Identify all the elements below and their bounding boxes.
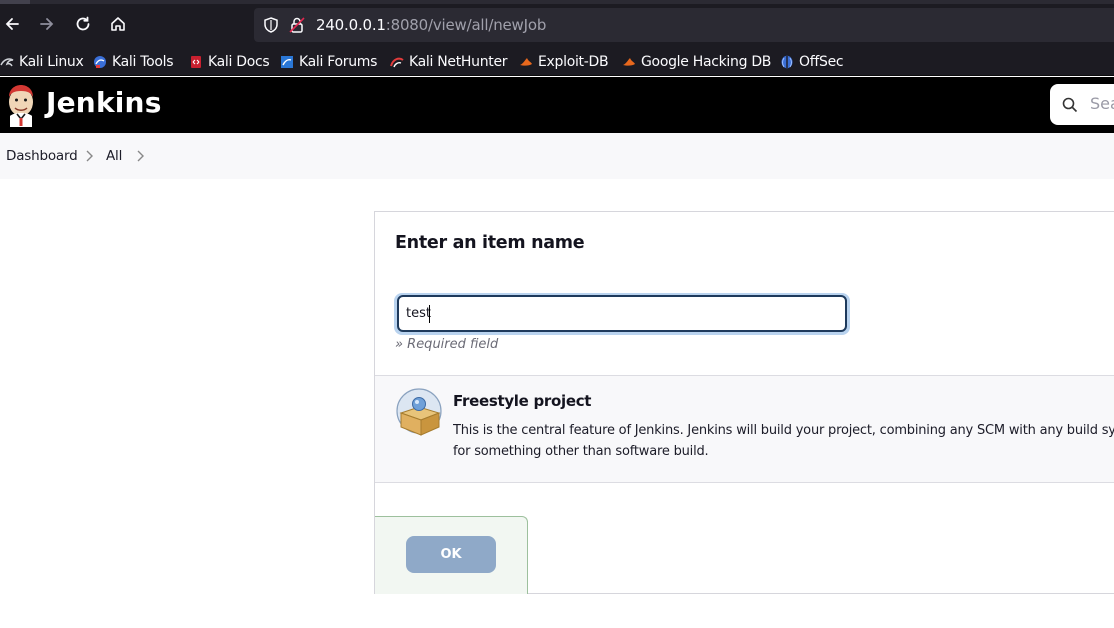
item-name-heading: Enter an item name [395, 233, 585, 253]
option-description-line: for something other than software build. [453, 444, 709, 459]
bookmark-label: Google Hacking DB [641, 54, 772, 70]
kali-dragon-icon [0, 58, 14, 67]
search-icon [1062, 97, 1078, 113]
jenkins-header: Jenkins Sea [0, 77, 1114, 133]
ghdb-icon [623, 58, 635, 66]
text-caret [429, 305, 430, 323]
tracking-shield-icon[interactable] [262, 16, 280, 34]
breadcrumb: Dashboard All [0, 133, 1114, 179]
ok-button[interactable]: OK [406, 536, 496, 573]
option-title: Freestyle project [453, 392, 592, 410]
bookmark-label: Kali Tools [112, 54, 174, 70]
url-host: 240.0.0.1 [316, 16, 386, 34]
bookmark-kali-docs[interactable]: Kali Docs [189, 52, 270, 72]
option-freestyle-project[interactable]: Freestyle project This is the central fe… [375, 375, 1114, 483]
back-icon[interactable] [0, 12, 24, 36]
offsec-icon [781, 55, 793, 69]
item-name-input[interactable] [397, 295, 847, 332]
freestyle-project-icon [396, 388, 442, 436]
kali-forums-icon [281, 56, 293, 68]
address-bar[interactable]: 240.0.0.1:8080/view/all/newJob [254, 8, 1114, 42]
kali-docs-icon [191, 56, 201, 68]
bookmarks-bar: Kali Linux Kali Tools Kali Docs Kali For… [0, 48, 1114, 76]
bookmark-exploit-db[interactable]: Exploit-DB [519, 52, 609, 72]
search-placeholder: Sea [1090, 94, 1114, 113]
forward-icon[interactable] [35, 12, 59, 36]
active-tab-indicator[interactable] [0, 0, 30, 4]
reload-icon[interactable] [71, 12, 95, 36]
search-box[interactable]: Sea [1050, 84, 1114, 125]
new-item-panel: Enter an item name » Required field Free… [374, 211, 1114, 594]
exploit-db-icon [520, 58, 532, 66]
kali-tools-icon [94, 56, 106, 68]
bookmark-kali-forums[interactable]: Kali Forums [280, 52, 377, 72]
url-path: :8080/view/all/newJob [385, 16, 547, 34]
url-text[interactable]: 240.0.0.1:8080/view/all/newJob [316, 16, 546, 34]
browser-toolbar: 240.0.0.1:8080/view/all/newJob [0, 0, 1114, 48]
bookmark-google-hacking-db[interactable]: Google Hacking DB [622, 52, 771, 72]
bookmark-kali-linux[interactable]: Kali Linux [0, 52, 84, 72]
tab-strip [0, 0, 1114, 4]
bookmark-offsec[interactable]: OffSec [780, 52, 844, 72]
ok-button-container: OK [375, 516, 528, 594]
jenkins-title[interactable]: Jenkins [46, 86, 162, 119]
bookmark-label: Kali NetHunter [409, 54, 508, 70]
chevron-right-icon[interactable] [84, 149, 94, 163]
bookmark-label: Kali Forums [299, 54, 378, 70]
bookmark-label: OffSec [799, 54, 844, 70]
option-description: This is the central feature of Jenkins. … [453, 420, 1114, 462]
kali-nethunter-icon [390, 57, 404, 68]
chevron-right-icon[interactable] [135, 149, 145, 163]
bookmark-label: Kali Docs [208, 54, 270, 70]
home-icon[interactable] [106, 12, 130, 36]
bookmark-label: Kali Linux [19, 54, 84, 70]
bookmark-kali-tools[interactable]: Kali Tools [93, 52, 174, 72]
breadcrumb-dashboard[interactable]: Dashboard [6, 148, 78, 164]
insecure-lock-icon[interactable] [288, 16, 306, 34]
bookmark-label: Exploit-DB [538, 54, 609, 70]
bookmark-kali-nethunter[interactable]: Kali NetHunter [390, 52, 508, 72]
jenkins-logo-icon[interactable] [4, 83, 38, 127]
breadcrumb-all[interactable]: All [106, 148, 122, 164]
required-field-note: » Required field [395, 337, 499, 352]
option-description-line: This is the central feature of Jenkins. … [453, 423, 1114, 438]
